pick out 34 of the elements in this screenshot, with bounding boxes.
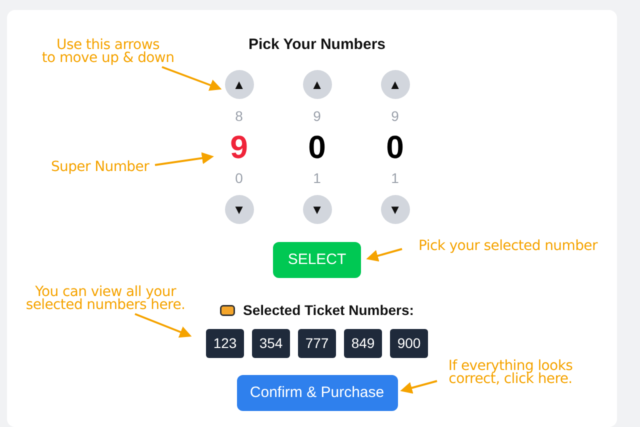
next-digit: 1 <box>391 169 399 187</box>
current-digit: 0 <box>308 129 326 165</box>
heading: Pick Your Numbers <box>248 36 386 54</box>
previous-digit: 9 <box>313 107 321 125</box>
ticket-number: 777 <box>298 329 336 358</box>
ticket-icon <box>220 305 236 316</box>
section-label: Selected Ticket Numbers: <box>243 301 414 320</box>
ticket-number: 123 <box>206 329 244 358</box>
arrow <box>154 152 214 166</box>
ticket-number: 900 <box>390 329 428 358</box>
annotation-text: Use this arrows to move up & down <box>40 39 176 65</box>
up-arrow-button[interactable]: ▲ <box>302 70 332 99</box>
ticket-number: 354 <box>252 329 290 358</box>
previous-digit: 9 <box>391 107 399 125</box>
super-number-digit: 9 <box>230 129 248 165</box>
up-arrow-button[interactable]: ▲ <box>224 70 254 99</box>
ticket-number: 849 <box>344 329 382 358</box>
current-digit: 0 <box>386 129 404 165</box>
down-arrow-button[interactable]: ▼ <box>380 195 410 224</box>
arrow <box>400 380 438 394</box>
next-digit: 1 <box>313 169 321 187</box>
annotation-text: You can view all your selected numbers here. <box>24 286 186 312</box>
annotation-text: If everything looks correct, click here. <box>447 360 574 386</box>
annotation-text: Pick your selected number <box>418 240 599 253</box>
next-digit: 0 <box>235 169 243 187</box>
up-arrow-button[interactable]: ▲ <box>380 70 410 99</box>
arrow <box>366 248 402 262</box>
annotation-text: Super Number <box>50 161 150 174</box>
down-arrow-button[interactable]: ▼ <box>302 195 332 224</box>
down-arrow-button[interactable]: ▼ <box>224 195 254 224</box>
previous-digit: 8 <box>235 107 243 125</box>
arrow <box>162 66 222 91</box>
arrow <box>134 313 192 338</box>
confirm-purchase-button[interactable]: Confirm & Purchase <box>236 375 398 411</box>
